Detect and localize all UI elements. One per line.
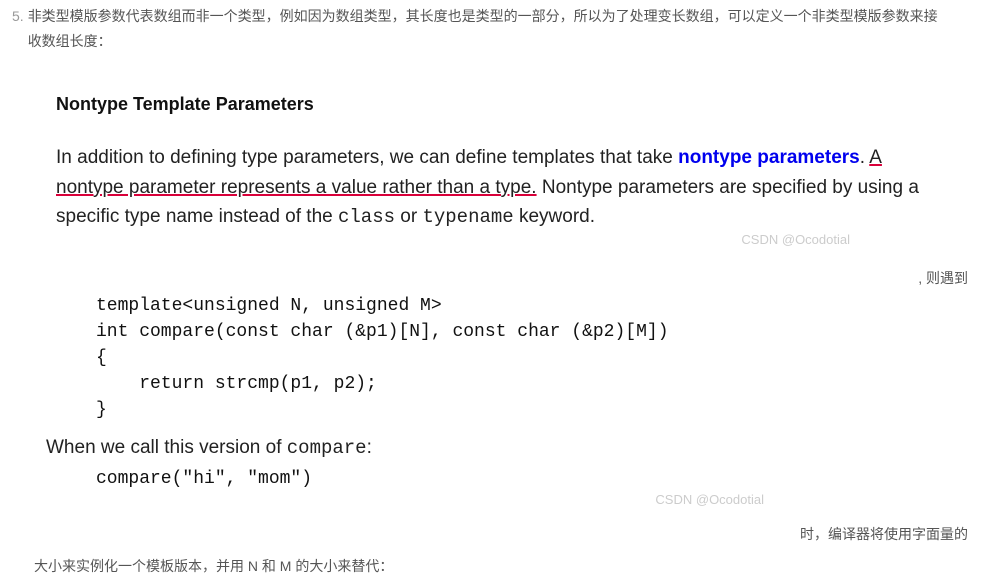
paragraph-call: When we call this version of compare: bbox=[46, 437, 982, 459]
list-number: 5. bbox=[12, 4, 24, 29]
para1-typename-kw: typename bbox=[422, 206, 513, 228]
para2-t1: When we call this version of bbox=[46, 437, 287, 458]
code-call-compare: compare("hi", "mom") bbox=[96, 469, 982, 489]
para1-t3: . bbox=[860, 147, 870, 168]
para2-t3: : bbox=[367, 437, 372, 458]
para1-t1: In addition to defining type parameters,… bbox=[56, 147, 678, 168]
section-heading: Nontype Template Parameters bbox=[56, 94, 982, 115]
list-text: 非类型模版参数代表数组而非一个类型，例如因为数组类型，其长度也是类型的一部分，所… bbox=[28, 4, 982, 54]
list-item: 5. 非类型模版参数代表数组而非一个类型，例如因为数组类型，其长度也是类型的一部… bbox=[0, 0, 982, 54]
paragraph-nontype: In addition to defining type parameters,… bbox=[56, 143, 926, 232]
continuation-text: 大小来实例化一个模板版本，并用 N 和 M 的大小来替代： bbox=[34, 556, 393, 576]
para1-class-kw: class bbox=[338, 206, 395, 228]
para1-t7: or bbox=[395, 206, 422, 227]
para1-bold-blue: nontype parameters bbox=[678, 147, 860, 168]
trailing-text-1: , 则遇到 bbox=[918, 268, 968, 288]
para2-compare: compare bbox=[287, 437, 367, 459]
watermark-text: CSDN @Ocodotial bbox=[741, 232, 850, 247]
code-block-template: template<unsigned N, unsigned M> int com… bbox=[96, 293, 982, 423]
trailing-text-2: 时，编译器将使用字面量的 bbox=[800, 524, 968, 544]
watermark-text-2: CSDN @Ocodotial bbox=[655, 492, 764, 507]
para1-t9: keyword. bbox=[514, 206, 595, 227]
